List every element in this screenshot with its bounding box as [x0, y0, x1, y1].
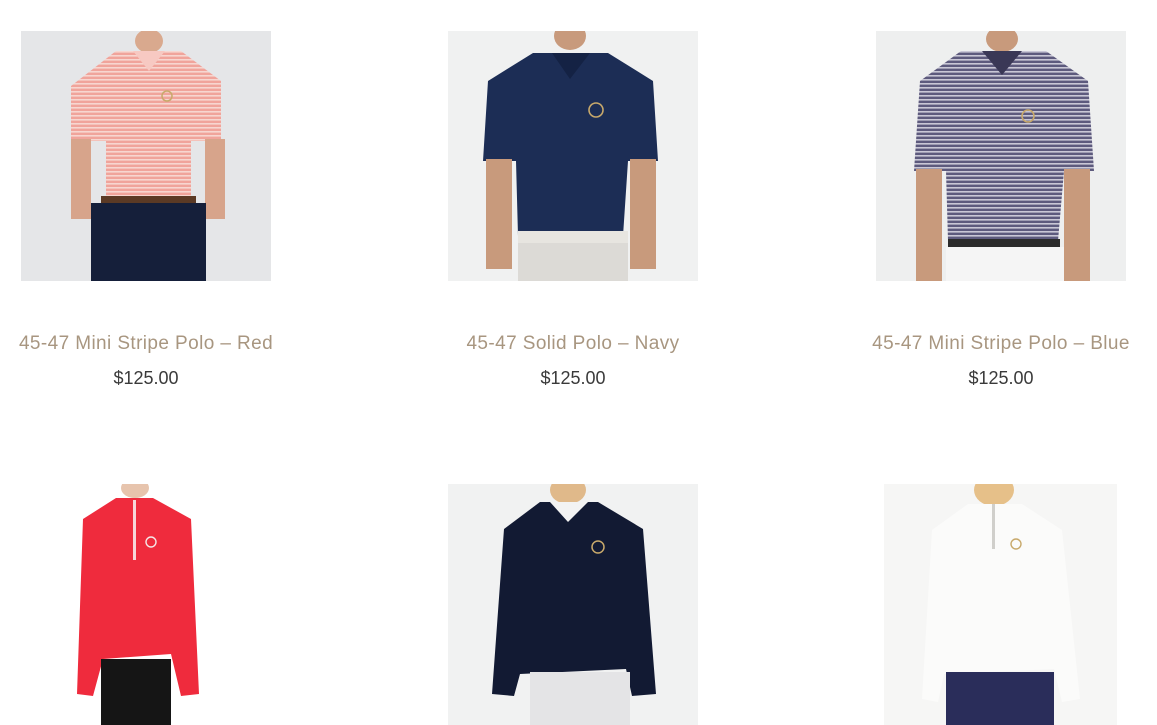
navy-polo-photo-icon — [448, 31, 698, 281]
product-price: $125.00 — [113, 368, 179, 388]
product-image-white-quarter-zip[interactable] — [884, 484, 1117, 725]
product-title[interactable]: 45-47 Mini Stripe Polo – Blue — [856, 333, 1146, 355]
product-image-red-quarter-zip[interactable] — [21, 484, 271, 725]
product-price: $125.00 — [968, 368, 1034, 388]
blue-striped-polo-photo-icon — [876, 31, 1126, 281]
product-image-blue-stripe-polo[interactable] — [876, 31, 1126, 281]
product-image-navy-pullover[interactable] — [448, 484, 698, 725]
red-striped-polo-photo-icon — [21, 31, 271, 281]
navy-pullover-photo-icon — [448, 484, 698, 725]
product-image-navy-polo[interactable] — [448, 31, 698, 281]
product-title[interactable]: 45-47 Mini Stripe Polo – Red — [1, 333, 291, 355]
product-price: $125.00 — [540, 368, 606, 388]
white-quarter-zip-photo-icon — [884, 484, 1117, 725]
red-quarter-zip-photo-icon — [21, 484, 271, 725]
product-title[interactable]: 45-47 Solid Polo – Navy — [428, 333, 718, 355]
product-image-red-stripe-polo[interactable] — [21, 31, 271, 281]
